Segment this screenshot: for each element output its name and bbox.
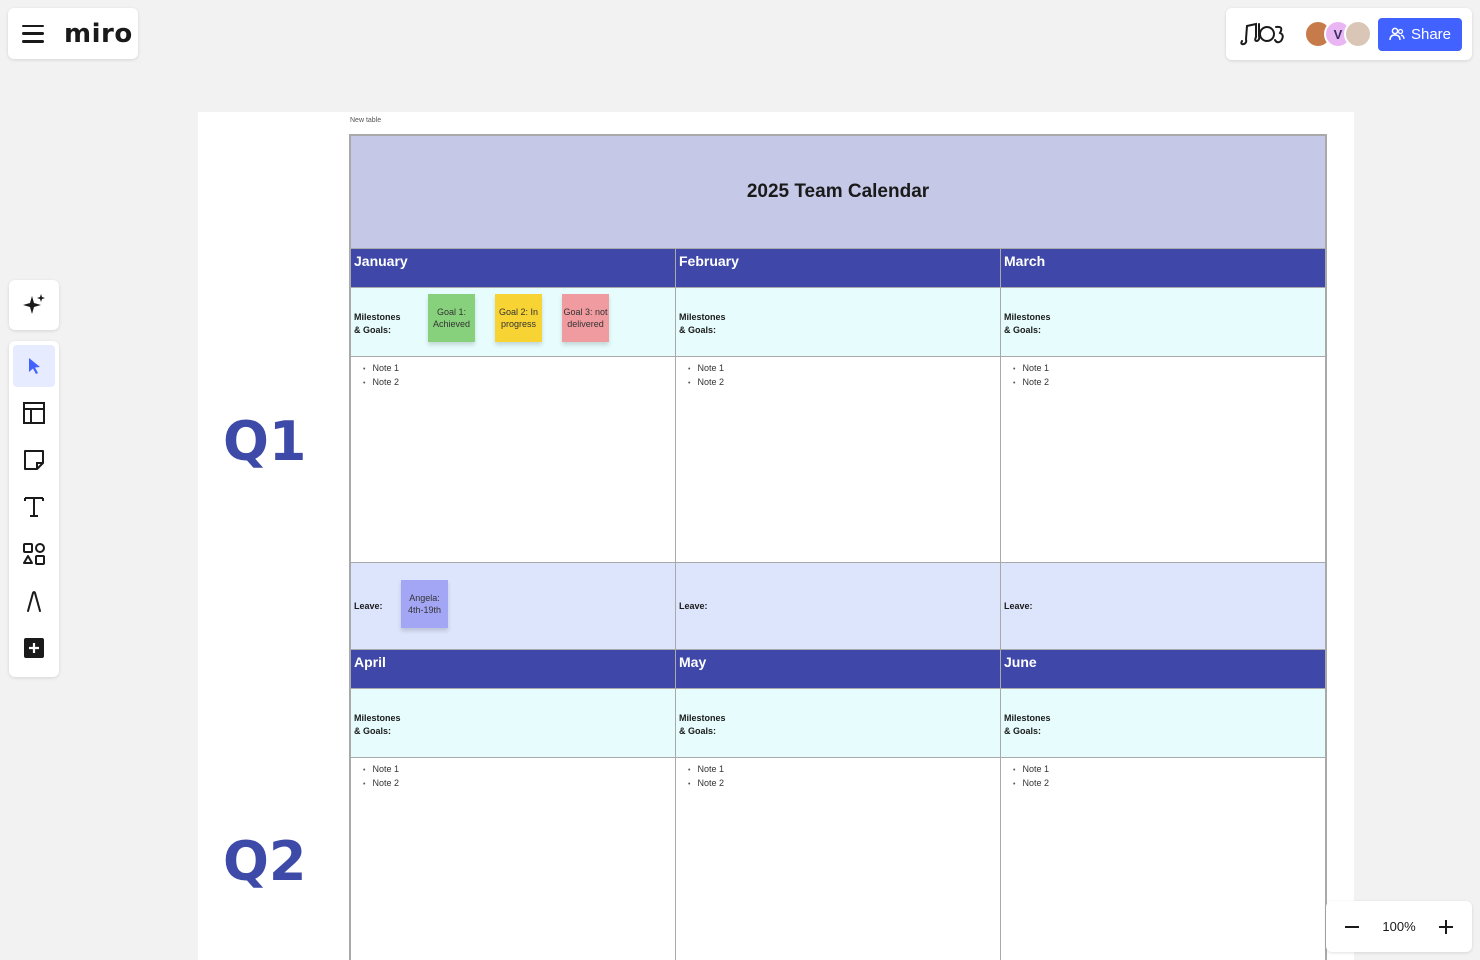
zoom-out-button[interactable] <box>1340 915 1364 939</box>
month-header-row: April May June <box>351 650 1325 689</box>
leave-row: Leave: Angela: 4th-19th Leave: Leave: <box>351 563 1325 650</box>
sparkle-icon <box>23 294 45 314</box>
goals-label: Milestones & Goals: <box>354 713 401 736</box>
goals-cell[interactable]: Milestones & Goals: Goal 1: Achieved Goal… <box>351 288 676 356</box>
notes-row: Note 1Note 2 Note 1Note 2 Note 1Note 2 <box>351 758 1325 960</box>
goals-cell[interactable]: Milestones & Goals: <box>1001 288 1325 356</box>
sticky-note[interactable]: Angela: 4th-19th <box>401 580 448 628</box>
month-header[interactable]: June <box>1001 650 1325 688</box>
zoom-in-button[interactable] <box>1434 915 1458 939</box>
goals-label: Milestones & Goals: <box>679 713 726 736</box>
pen-icon <box>27 591 41 612</box>
notes-cell[interactable]: Note 1Note 2 <box>676 357 1001 562</box>
note-item: Note 1 <box>1013 362 1325 376</box>
month-header-row: January February March <box>351 249 1325 288</box>
leave-cell[interactable]: Leave: Angela: 4th-19th <box>351 563 676 649</box>
toolbar <box>9 341 59 677</box>
month-header[interactable]: April <box>351 650 676 688</box>
month-header[interactable]: February <box>676 249 1001 287</box>
leave-cell[interactable]: Leave: <box>1001 563 1325 649</box>
plus-square-icon <box>24 638 44 658</box>
goals-row: Milestones & Goals: Goal 1: Achieved Goal… <box>351 288 1325 357</box>
goals-label: Milestones & Goals: <box>354 312 401 335</box>
quarter-label[interactable]: Q1 <box>223 410 306 473</box>
goals-label: Milestones & Goals: <box>1004 312 1051 335</box>
note-item: Note 2 <box>688 777 1000 791</box>
collaborator-avatars: V <box>1304 20 1372 48</box>
note-item: Note 1 <box>688 763 1000 777</box>
note-item: Note 2 <box>1013 777 1325 791</box>
note-item: Note 2 <box>363 777 675 791</box>
sticky-note-tool[interactable] <box>13 439 55 481</box>
ai-button[interactable] <box>9 280 59 330</box>
month-header[interactable]: May <box>676 650 1001 688</box>
calendar-table[interactable]: 2025 Team Calendar January February Marc… <box>349 134 1327 960</box>
calendar-title[interactable]: 2025 Team Calendar <box>351 136 1325 249</box>
goals-cell[interactable]: Milestones & Goals: <box>676 288 1001 356</box>
select-tool[interactable] <box>13 345 55 387</box>
collaboration-panel: V Share <box>1226 8 1472 60</box>
notes-cell[interactable]: Note 1Note 2 <box>1001 357 1325 562</box>
goals-label: Milestones & Goals: <box>679 312 726 335</box>
note-item: Note 1 <box>363 362 675 376</box>
note-item: Note 1 <box>688 362 1000 376</box>
shapes-tool[interactable] <box>13 533 55 575</box>
note-item: Note 1 <box>363 763 675 777</box>
note-item: Note 2 <box>688 376 1000 390</box>
notes-cell[interactable]: Note 1Note 2 <box>351 357 676 562</box>
more-tools[interactable] <box>13 627 55 669</box>
goals-cell[interactable]: Milestones & Goals: <box>351 689 676 757</box>
text-icon <box>24 497 44 517</box>
goals-cell[interactable]: Milestones & Goals: <box>1001 689 1325 757</box>
leave-label: Leave: <box>1004 601 1033 611</box>
goals-label: Milestones & Goals: <box>1004 713 1051 736</box>
text-tool[interactable] <box>13 486 55 528</box>
quarter-label[interactable]: Q2 <box>223 830 306 893</box>
goals-row: Milestones & Goals: Milestones & Goals: Mi… <box>351 689 1325 758</box>
plus-icon <box>1439 919 1453 934</box>
share-label: Share <box>1410 25 1452 43</box>
avatar-initial: V <box>1333 26 1343 42</box>
notes-cell[interactable]: Note 1Note 2 <box>676 758 1001 960</box>
miro-logo[interactable]: miro <box>64 19 133 49</box>
note-item: Note 2 <box>1013 376 1325 390</box>
sticky-note-icon <box>24 450 44 470</box>
sticky-note[interactable]: Goal 1: Achieved <box>428 294 475 342</box>
notes-cell[interactable]: Note 1Note 2 <box>1001 758 1325 960</box>
brand-panel: miro <box>8 8 138 59</box>
month-header[interactable]: March <box>1001 249 1325 287</box>
leave-label: Leave: <box>679 601 708 611</box>
reactions-icon[interactable] <box>1238 19 1286 49</box>
hamburger-icon[interactable] <box>22 24 44 43</box>
leave-label: Leave: <box>354 601 383 611</box>
templates-tool[interactable] <box>13 392 55 434</box>
share-button[interactable]: Share <box>1378 17 1462 51</box>
month-header[interactable]: January <box>351 249 676 287</box>
cursor-icon <box>29 358 40 374</box>
avatar[interactable] <box>1344 20 1372 48</box>
minus-icon <box>1345 925 1359 928</box>
notes-row: Note 1Note 2 Note 1Note 2 Note 1Note 2 <box>351 357 1325 563</box>
sticky-note[interactable]: Goal 3: not delivered <box>562 294 609 342</box>
sticky-note[interactable]: Goal 2: In progress <box>495 294 542 342</box>
table-label[interactable]: New table <box>350 117 381 124</box>
shapes-icon <box>23 543 45 565</box>
zoom-level[interactable]: 100% <box>1382 919 1415 934</box>
notes-cell[interactable]: Note 1Note 2 <box>351 758 676 960</box>
users-icon <box>1389 27 1405 41</box>
templates-icon <box>23 402 45 424</box>
goals-cell[interactable]: Milestones & Goals: <box>676 689 1001 757</box>
zoom-controls: 100% <box>1326 901 1472 952</box>
note-item: Note 1 <box>1013 763 1325 777</box>
note-item: Note 2 <box>363 376 675 390</box>
pen-tool[interactable] <box>13 580 55 622</box>
leave-cell[interactable]: Leave: <box>676 563 1001 649</box>
